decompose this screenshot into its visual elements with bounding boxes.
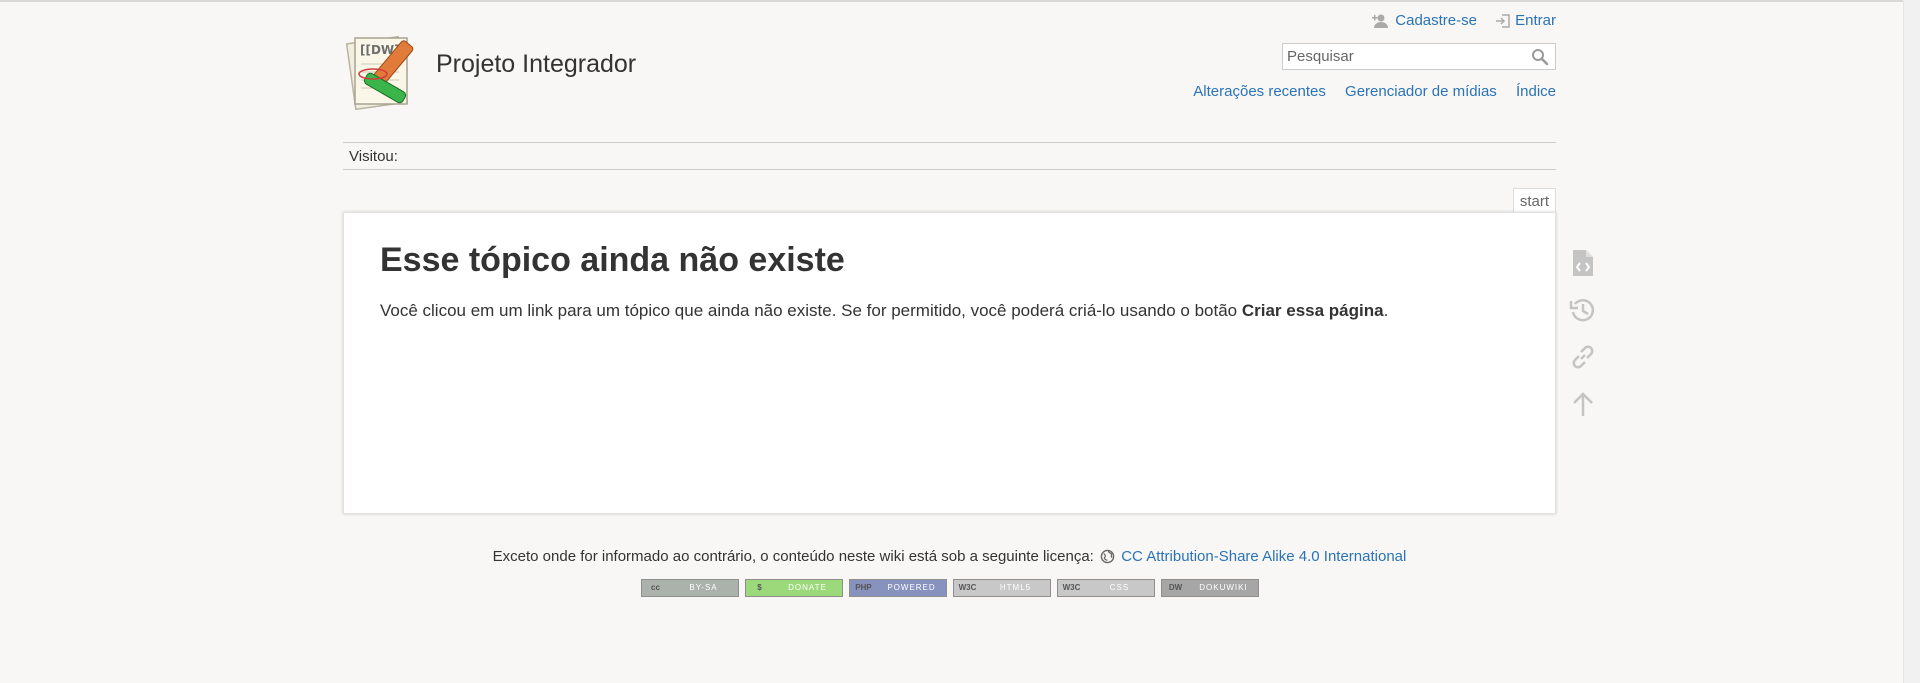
dokuwiki-badge[interactable]: DW DOKUWIKI [1160,579,1259,597]
breadcrumb-label: Visitou: [349,148,398,165]
create-page-icon [1573,250,1593,276]
search-icon[interactable] [1531,48,1549,66]
create-page-hint: Criar essa página [1241,301,1384,320]
dokuwiki-logo[interactable]: [[DW]] [343,34,427,118]
badge-right-text: DONATE [788,583,827,592]
badge-right-text: DOKUWIKI [1199,583,1248,592]
page-content: Esse tópico ainda não existe Você clicou… [343,212,1556,514]
create-page-button[interactable] [1566,246,1600,280]
page-tools [1566,246,1600,434]
backlinks-button[interactable] [1566,340,1600,374]
login-link[interactable]: Entrar [1495,12,1556,29]
badge-left-text: DW [1168,583,1183,592]
badge-right-text: POWERED [887,583,936,592]
media-manager-link[interactable]: Gerenciador de mídias [1345,83,1497,100]
badge-left-text: PHP [855,583,872,592]
badge-left-text: $ [757,583,762,592]
badge-left-text: W3C [1062,583,1081,592]
license-text: Exceto onde for informado ao contrário, … [492,548,1094,565]
top-border [0,0,1920,2]
php-powered-badge[interactable]: PHP POWERED [848,579,947,597]
globe-icon [1100,549,1115,564]
badge-left-text: W3C [958,583,977,592]
link-icon [1572,345,1594,369]
register-link[interactable]: Cadastre-se [1369,12,1477,29]
index-link[interactable]: Índice [1516,83,1556,100]
site-tools: Alterações recentes Gerenciador de mídia… [1178,83,1556,100]
search-input[interactable] [1283,44,1531,69]
license-link[interactable]: CC Attribution-Share Alike 4.0 Internati… [1121,548,1406,565]
breadcrumb: Visitou: [343,142,1556,170]
page-id: start [1512,188,1556,214]
register-label: Cadastre-se [1395,12,1477,29]
page-title: Esse tópico ainda não existe [380,241,845,279]
w3c-css-badge[interactable]: W3C CSS [1056,579,1155,597]
recent-changes-link[interactable]: Alterações recentes [1193,83,1326,100]
search-box [1282,43,1556,70]
footer-badges: cc BY-SA $ DONATE PHP POWERED W3C HTML5 W3C C… [343,579,1556,597]
badge-right-text: HTML5 [999,583,1032,592]
old-revisions-button[interactable] [1566,293,1600,327]
donate-badge[interactable]: $ DONATE [744,579,843,597]
login-label: Entrar [1515,12,1556,29]
scrollbar[interactable] [1903,0,1920,683]
page-message: Você clicou em um link para um tópico qu… [380,301,1388,321]
w3c-html5-badge[interactable]: W3C HTML5 [952,579,1051,597]
login-icon [1496,13,1510,28]
history-icon [1569,299,1595,322]
message-text: Você clicou em um link para um tópico qu… [380,301,1242,320]
badge-right-text: BY-SA [689,583,718,592]
license-notice: Exceto onde for informado ao contrário, … [343,548,1556,565]
message-end: . [1383,301,1389,320]
arrow-up-icon [1573,392,1593,416]
badge-left-text: cc [651,583,660,592]
site-title[interactable]: Projeto Integrador [436,50,636,79]
badge-right-text: CSS [1109,583,1130,592]
add-user-icon [1372,14,1389,28]
user-tools: Cadastre-se Entrar [1355,12,1556,33]
back-to-top-button[interactable] [1566,387,1600,421]
cc-by-sa-badge[interactable]: cc BY-SA [640,579,739,597]
